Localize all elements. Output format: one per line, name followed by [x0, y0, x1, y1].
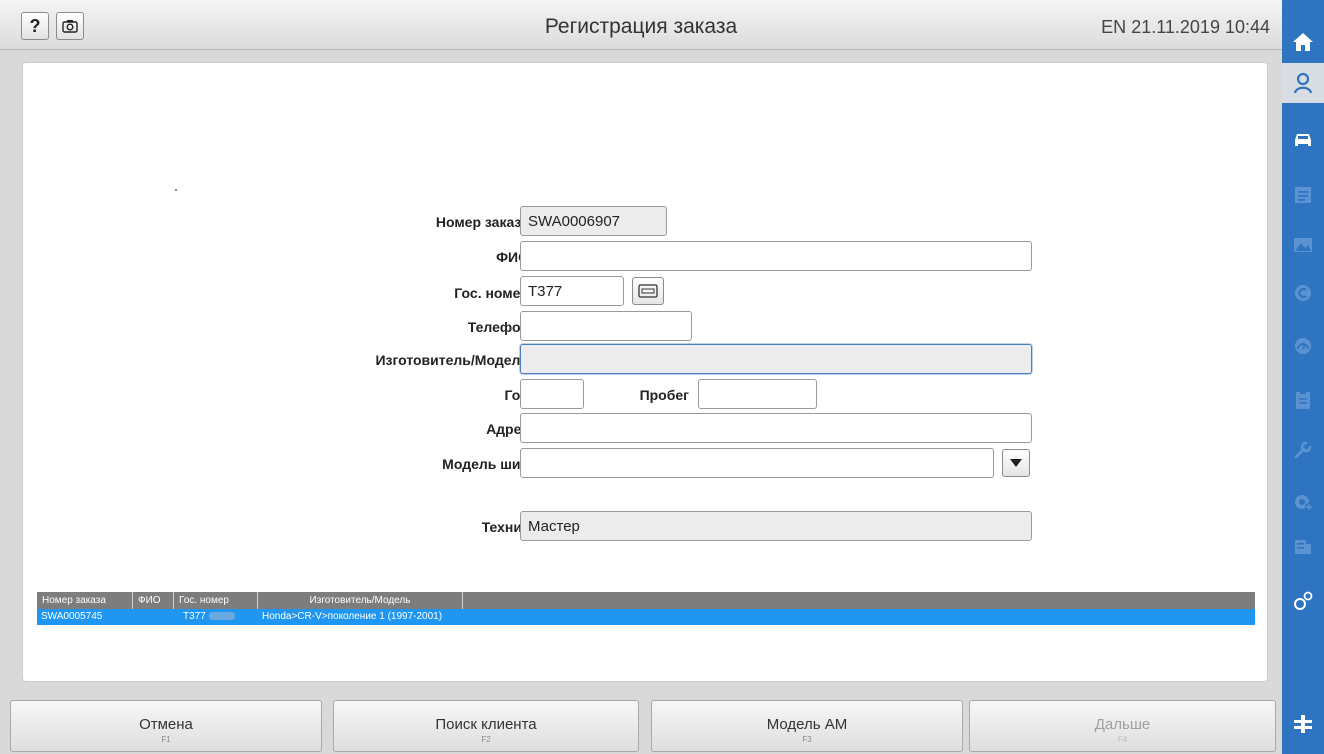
plate-input[interactable]: T377 [520, 276, 624, 306]
cell-order: SWA0005745 [41, 611, 103, 622]
model-am-button-label: Модель АМ [766, 716, 848, 733]
phone-input[interactable] [520, 311, 692, 341]
plate-scan-icon [638, 284, 658, 298]
year-label: Год [504, 387, 530, 403]
stray-dot [175, 189, 177, 191]
search-client-button-key: F2 [481, 735, 491, 744]
right-sidebar [1282, 0, 1324, 754]
cell-model: Honda>CR-V>поколение 1 (1997-2001) [262, 611, 443, 622]
technician-label: Техник [481, 519, 529, 535]
lift-icon[interactable] [1282, 704, 1324, 744]
datetime: 21.11.2019 10:44 [1131, 17, 1270, 37]
table-header: Номер заказа ФИО Гос. номер Изготовитель… [37, 592, 1255, 609]
address-input[interactable] [520, 413, 1032, 443]
document-icon[interactable] [1282, 175, 1324, 215]
model-am-button[interactable]: Модель АМ F3 [651, 700, 963, 752]
column-header-plate[interactable]: Гос. номер [174, 592, 258, 609]
year-input[interactable] [520, 379, 584, 409]
table-header-filler [463, 592, 1255, 609]
table-row[interactable]: SWA0005745 T377 Honda>CR-V>поколение 1 (… [37, 609, 1255, 625]
plate-label: Гос. номер [454, 285, 529, 301]
home-icon[interactable] [1282, 22, 1324, 62]
cancel-button[interactable]: Отмена F1 [10, 700, 322, 752]
customer-icon[interactable] [1282, 63, 1324, 103]
plate-blur [208, 612, 235, 621]
mileage-label: Пробег [639, 387, 689, 403]
column-header-model[interactable]: Изготовитель/Модель [258, 592, 463, 609]
technician-field: Мастер [520, 511, 1032, 541]
address-label: Адрес [486, 421, 529, 437]
model-am-button-key: F3 [802, 735, 812, 744]
full-name-input[interactable] [520, 241, 1032, 271]
lang-datetime: EN 21.11.2019 10:44 [1101, 17, 1270, 38]
order-form-panel: Номер заказа SWA0006907 ФИО Гос. номер T… [22, 62, 1268, 682]
report-icon[interactable] [1282, 526, 1324, 566]
gauge-icon[interactable] [1282, 326, 1324, 366]
column-header-name[interactable]: ФИО [133, 592, 174, 609]
car-icon[interactable] [1282, 120, 1324, 160]
orders-table: Номер заказа ФИО Гос. номер Изготовитель… [37, 592, 1255, 625]
full-name-label: ФИО [496, 249, 529, 265]
cell-plate: T377 [174, 609, 258, 625]
clipboard-icon[interactable] [1282, 380, 1324, 420]
page-title: Регистрация заказа [544, 15, 738, 38]
plate-scan-button[interactable] [632, 277, 664, 305]
order-number-label: Номер заказа [435, 214, 529, 230]
next-button-label: Дальше [1094, 716, 1151, 733]
title-bar: ? Регистрация заказа EN 21.11.2019 10:44 [0, 0, 1282, 50]
mileage-input[interactable] [698, 379, 817, 409]
c-circle-icon[interactable] [1282, 273, 1324, 313]
wrench-icon[interactable] [1282, 430, 1324, 470]
image-icon[interactable] [1282, 225, 1324, 265]
tire-model-dropdown-button[interactable] [1002, 449, 1030, 477]
order-number-field: SWA0006907 [520, 206, 667, 236]
phone-label: Телефон [467, 319, 529, 335]
cell-name [133, 609, 174, 625]
column-header-order[interactable]: Номер заказа [37, 592, 133, 609]
chevron-down-icon [1010, 459, 1022, 467]
tire-model-label: Модель шин [442, 456, 529, 472]
language-indicator[interactable]: EN [1101, 17, 1126, 37]
search-client-button[interactable]: Поиск клиента F2 [333, 700, 639, 752]
make-model-field[interactable] [520, 344, 1032, 374]
next-button-key: F4 [1117, 735, 1128, 744]
next-button: Дальше F4 [969, 700, 1276, 752]
cancel-button-label: Отмена [139, 716, 193, 733]
cell-plate-text: T377 [183, 611, 206, 622]
search-client-button-label: Поиск клиента [435, 716, 537, 733]
make-model-label: Изготовитель/Модель [375, 352, 529, 368]
add-gear-icon[interactable] [1282, 482, 1324, 522]
tire-model-select[interactable] [520, 448, 994, 478]
settings-icon[interactable] [1282, 581, 1324, 621]
cancel-button-key: F1 [161, 735, 171, 744]
